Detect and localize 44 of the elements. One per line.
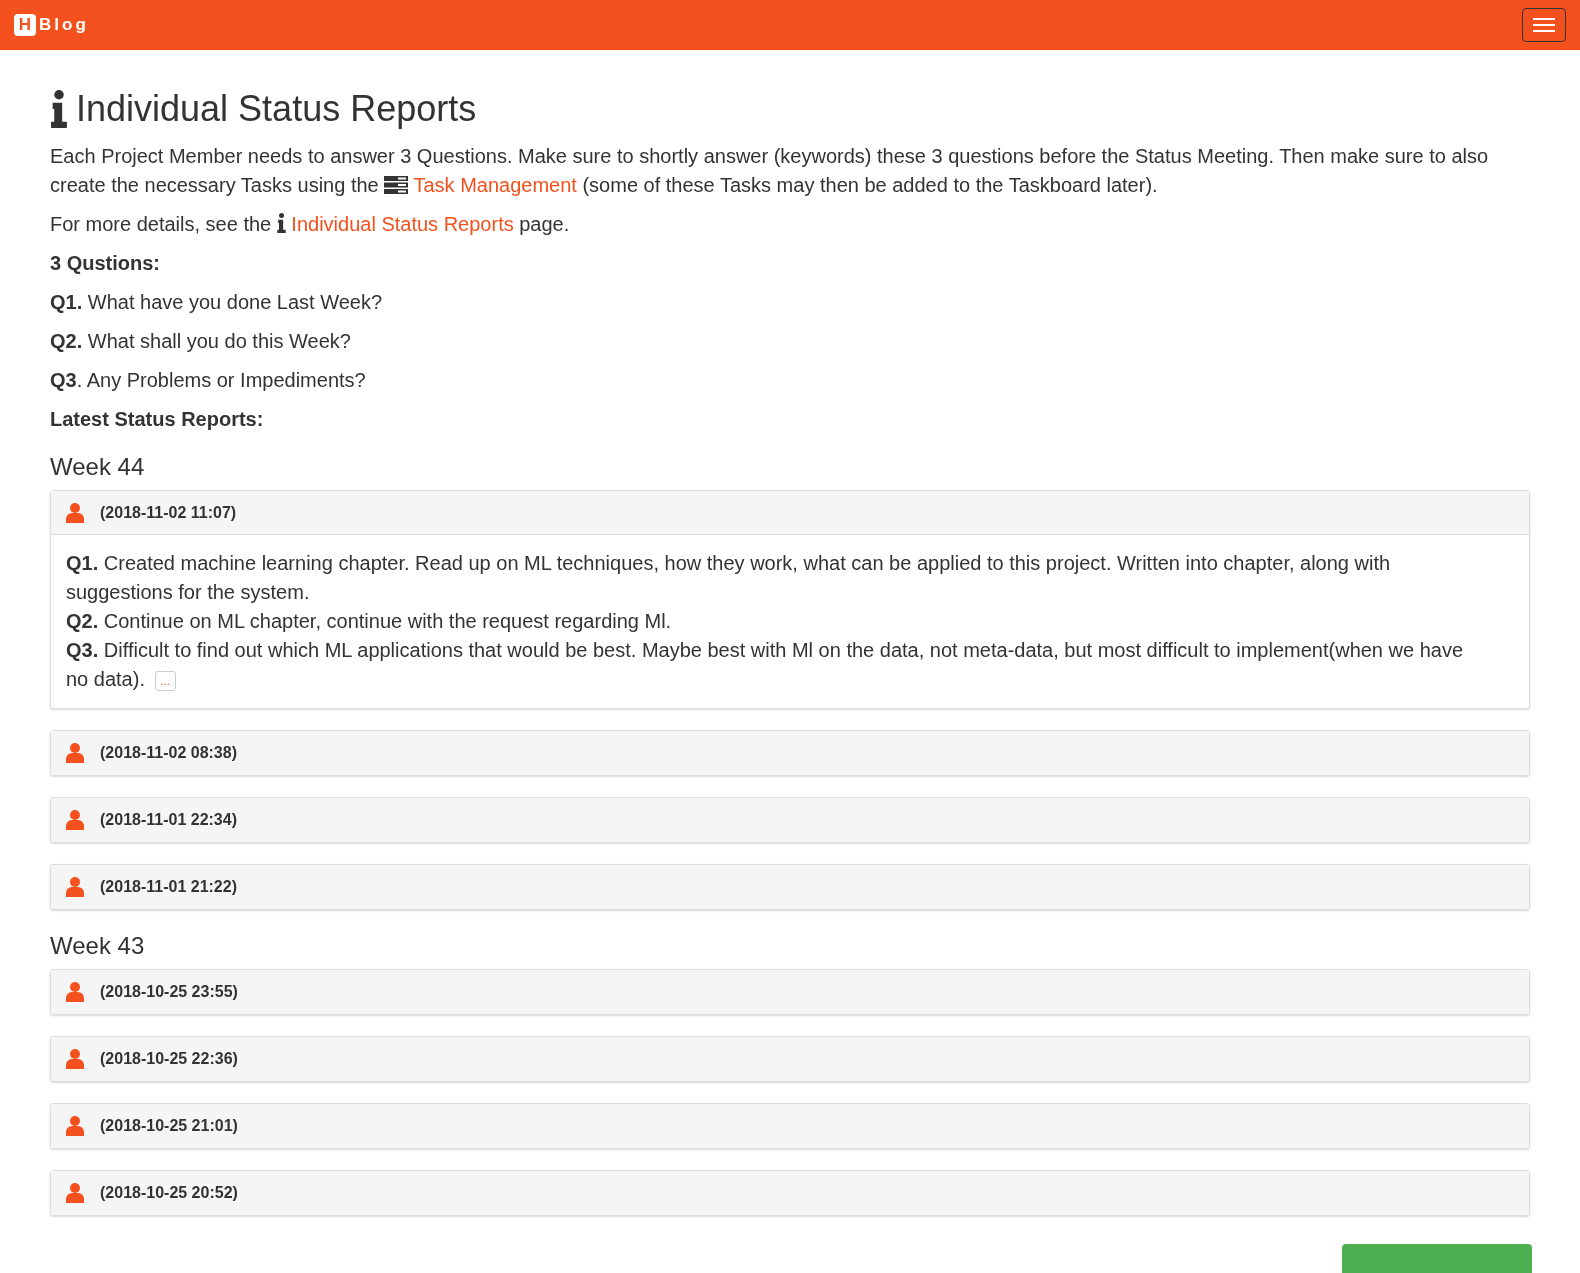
report-time: (2018-11-01 22:34) [100, 810, 237, 830]
list-icon [384, 176, 409, 194]
report-header[interactable]: (2018-10-25 20:52) [51, 1171, 1529, 1215]
report-header[interactable]: (2018-11-02 08:38) [51, 731, 1529, 775]
answer-text: Q2. Continue on ML chapter, continue with the request regarding Ml. [66, 609, 673, 634]
user-icon [66, 877, 84, 897]
answer-text: Q3. Difficult to find out which ML applications that would be best. Maybe best with Ml on the data, not meta-data, but most difficult to implement(when we have no data). ... [66, 638, 1465, 693]
week-heading: Week 43 [50, 931, 146, 961]
answer-text: Q1. Created machine learning chapter. Read up on ML techniques, how they work, what can be applied to this project. Written into chapter, along with suggestions for the system. [66, 551, 1392, 605]
report-time: (2018-10-25 22:36) [100, 1049, 238, 1069]
question-text: Q1. What have you done Last Week? [50, 290, 384, 315]
page-title: Individual Status Reports [76, 87, 477, 131]
user-icon [66, 982, 84, 1002]
report-time: (2018-10-25 23:55) [100, 982, 238, 1002]
question-text: Q3. Any Problems or Impediments? [50, 368, 367, 393]
menu-icon [1533, 18, 1555, 32]
user-icon [66, 1049, 84, 1069]
report-time: (2018-10-25 20:52) [100, 1183, 238, 1203]
details-paragraph: For more details, see the Individual Status Reports page. [50, 212, 571, 237]
info-icon [276, 213, 286, 233]
report-header[interactable]: (2018-10-25 21:01) [51, 1104, 1529, 1148]
report-time: (2018-11-02 11:07) [100, 502, 237, 523]
logo-icon: H [14, 14, 36, 36]
user-icon [66, 743, 84, 763]
user-icon [66, 810, 84, 830]
user-icon [66, 502, 84, 523]
intro-paragraph: Each Project Member needs to answer 3 Questions. Make sure to shortly answer (keywords) these 3 questions before the Status Meeting. Then make sure to also create the necessary Tasks using the Task Management (some of these Tasks may then be added to the Taskboard later). [50, 144, 1490, 198]
report-header[interactable]: (2018-11-01 21:22) [51, 865, 1529, 909]
report-time: (2018-10-25 21:01) [100, 1116, 238, 1136]
latest-heading: Latest Status Reports: [50, 407, 265, 432]
question-text: Q2. What shall you do this Week? [50, 329, 352, 354]
user-icon [66, 1116, 84, 1136]
user-icon [66, 1183, 84, 1203]
report-header[interactable]: (2018-10-25 22:36) [51, 1037, 1529, 1081]
menu-button[interactable] [1522, 8, 1566, 42]
report-header[interactable]: (2018-10-25 23:55) [51, 970, 1529, 1014]
report-header[interactable]: (2018-11-02 11:07) [51, 491, 1529, 535]
report-time: (2018-11-01 21:22) [100, 877, 237, 897]
week-heading: Week 44 [50, 452, 146, 482]
more-button[interactable]: ... [154, 670, 176, 691]
report-header[interactable]: (2018-11-01 22:34) [51, 798, 1529, 842]
info-icon [50, 90, 68, 128]
report-time: (2018-11-02 08:38) [100, 743, 237, 763]
questions-heading: 3 Qustions: [50, 251, 161, 276]
